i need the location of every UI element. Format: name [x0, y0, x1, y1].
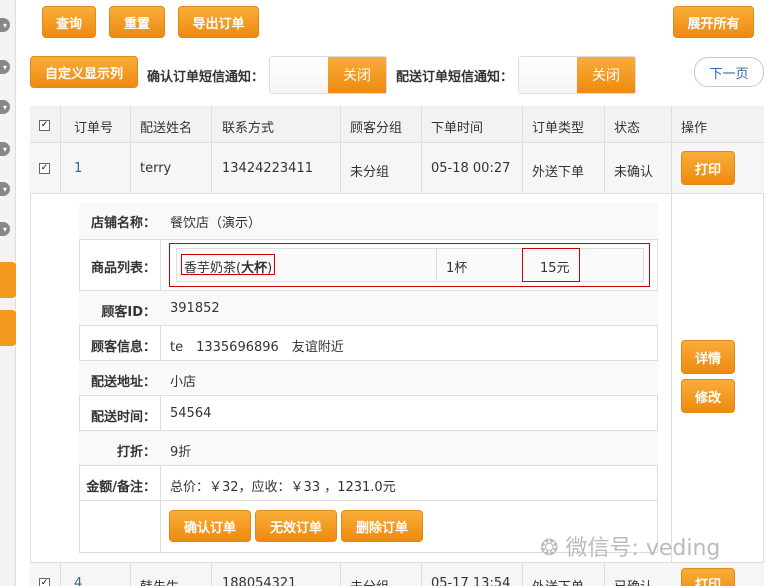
discount-label: 打折： [116, 445, 156, 460]
store-value: 餐饮店（演示） [170, 216, 262, 231]
order-time: 05-17 13:54 [431, 576, 511, 586]
customer-name: 韩先生 [140, 576, 179, 586]
detail-row [79, 396, 658, 431]
order-status: 已确认 [614, 576, 653, 586]
details-button[interactable]: 详情 [681, 340, 735, 374]
order-type: 外送下单 [532, 165, 585, 180]
confirm-order-button[interactable]: 确认订单 [169, 510, 251, 542]
row-checkbox[interactable]: ✓ [39, 163, 50, 174]
address-value: 小店 [170, 375, 197, 390]
query-button[interactable]: 查询 [42, 6, 96, 38]
toggle-knob [270, 57, 330, 93]
invalid-order-button[interactable]: 无效订单 [255, 510, 337, 542]
address-label: 配送地址： [90, 375, 156, 390]
detail-row [79, 326, 658, 361]
delivery-time: 54564 [170, 406, 212, 421]
next-page-button[interactable]: 下一页 [694, 57, 764, 87]
item-name: 香芋奶茶(大杯) [184, 261, 273, 276]
item-price: 15元 [540, 261, 570, 276]
print-button[interactable]: 打印 [681, 568, 735, 586]
customer-info: te 1335696896 友谊附近 [170, 340, 344, 355]
detail-row [79, 431, 658, 466]
header-actions: 操作 [681, 121, 708, 136]
select-all-checkbox[interactable]: ✓ [39, 120, 50, 131]
customer-info-label: 顾客信息： [90, 340, 156, 355]
wechat-watermark: ❂ 微信号: veding [540, 536, 721, 561]
customer-phone: 188054321 [222, 576, 297, 586]
custom-columns-button[interactable]: 自定义显示列 [30, 56, 138, 88]
item-quantity: 1杯 [446, 261, 468, 276]
header-status: 状态 [614, 121, 641, 136]
row-checkbox[interactable]: ✓ [39, 578, 50, 586]
sidebar-tab[interactable] [0, 262, 16, 298]
sidebar-tab[interactable] [0, 310, 16, 346]
delete-order-button[interactable]: 删除订单 [341, 510, 423, 542]
customer-id: 391852 [170, 301, 220, 316]
edit-button[interactable]: 修改 [681, 379, 735, 413]
customer-id-label: 顾客ID： [101, 305, 156, 320]
customer-phone: 13424223411 [222, 161, 313, 176]
confirm-sms-label: 确认订单短信通知： [147, 70, 265, 85]
header-contact: 联系方式 [222, 121, 275, 136]
print-button[interactable]: 打印 [681, 151, 735, 185]
order-status: 未确认 [614, 165, 654, 180]
header-order-time: 下单时间 [431, 121, 484, 136]
header-order-type: 订单类型 [532, 121, 585, 136]
toggle-state: 关闭 [577, 57, 635, 93]
amount-label: 金额/备注： [86, 480, 156, 495]
order-type: 外送下单 [532, 576, 584, 586]
order-time: 05-18 00:27 [431, 161, 511, 176]
order-id-link[interactable]: 1 [74, 161, 82, 176]
detail-row [79, 291, 658, 326]
delivery-sms-toggle[interactable]: 关闭 [518, 56, 636, 94]
header-order-id: 订单号 [74, 121, 114, 136]
expand-all-button[interactable]: 展开所有 [673, 6, 754, 38]
customer-group: 未分组 [350, 576, 389, 586]
customer-name: terry [140, 161, 172, 176]
export-orders-button[interactable]: 导出订单 [178, 6, 259, 38]
discount-value: 9折 [170, 445, 192, 460]
wechat-icon: ❂ [540, 536, 559, 561]
store-label: 店铺名称： [90, 216, 156, 231]
amount-value: 总价：￥32，应收：￥33 ，1231.0元 [170, 480, 396, 495]
reset-button[interactable]: 重置 [109, 6, 165, 38]
confirm-sms-toggle[interactable]: 关闭 [269, 56, 387, 94]
toggle-knob [519, 57, 579, 93]
header-group: 顾客分组 [350, 121, 403, 136]
detail-row [79, 203, 658, 240]
order-id-link[interactable]: 4 [74, 576, 82, 586]
delivery-time-label: 配送时间： [90, 410, 156, 425]
detail-row [79, 361, 658, 396]
header-name: 配送姓名 [140, 121, 193, 136]
customer-group: 未分组 [350, 165, 390, 180]
delivery-sms-label: 配送订单短信通知： [396, 70, 514, 85]
toggle-state: 关闭 [328, 57, 386, 93]
items-label: 商品列表： [90, 261, 156, 276]
